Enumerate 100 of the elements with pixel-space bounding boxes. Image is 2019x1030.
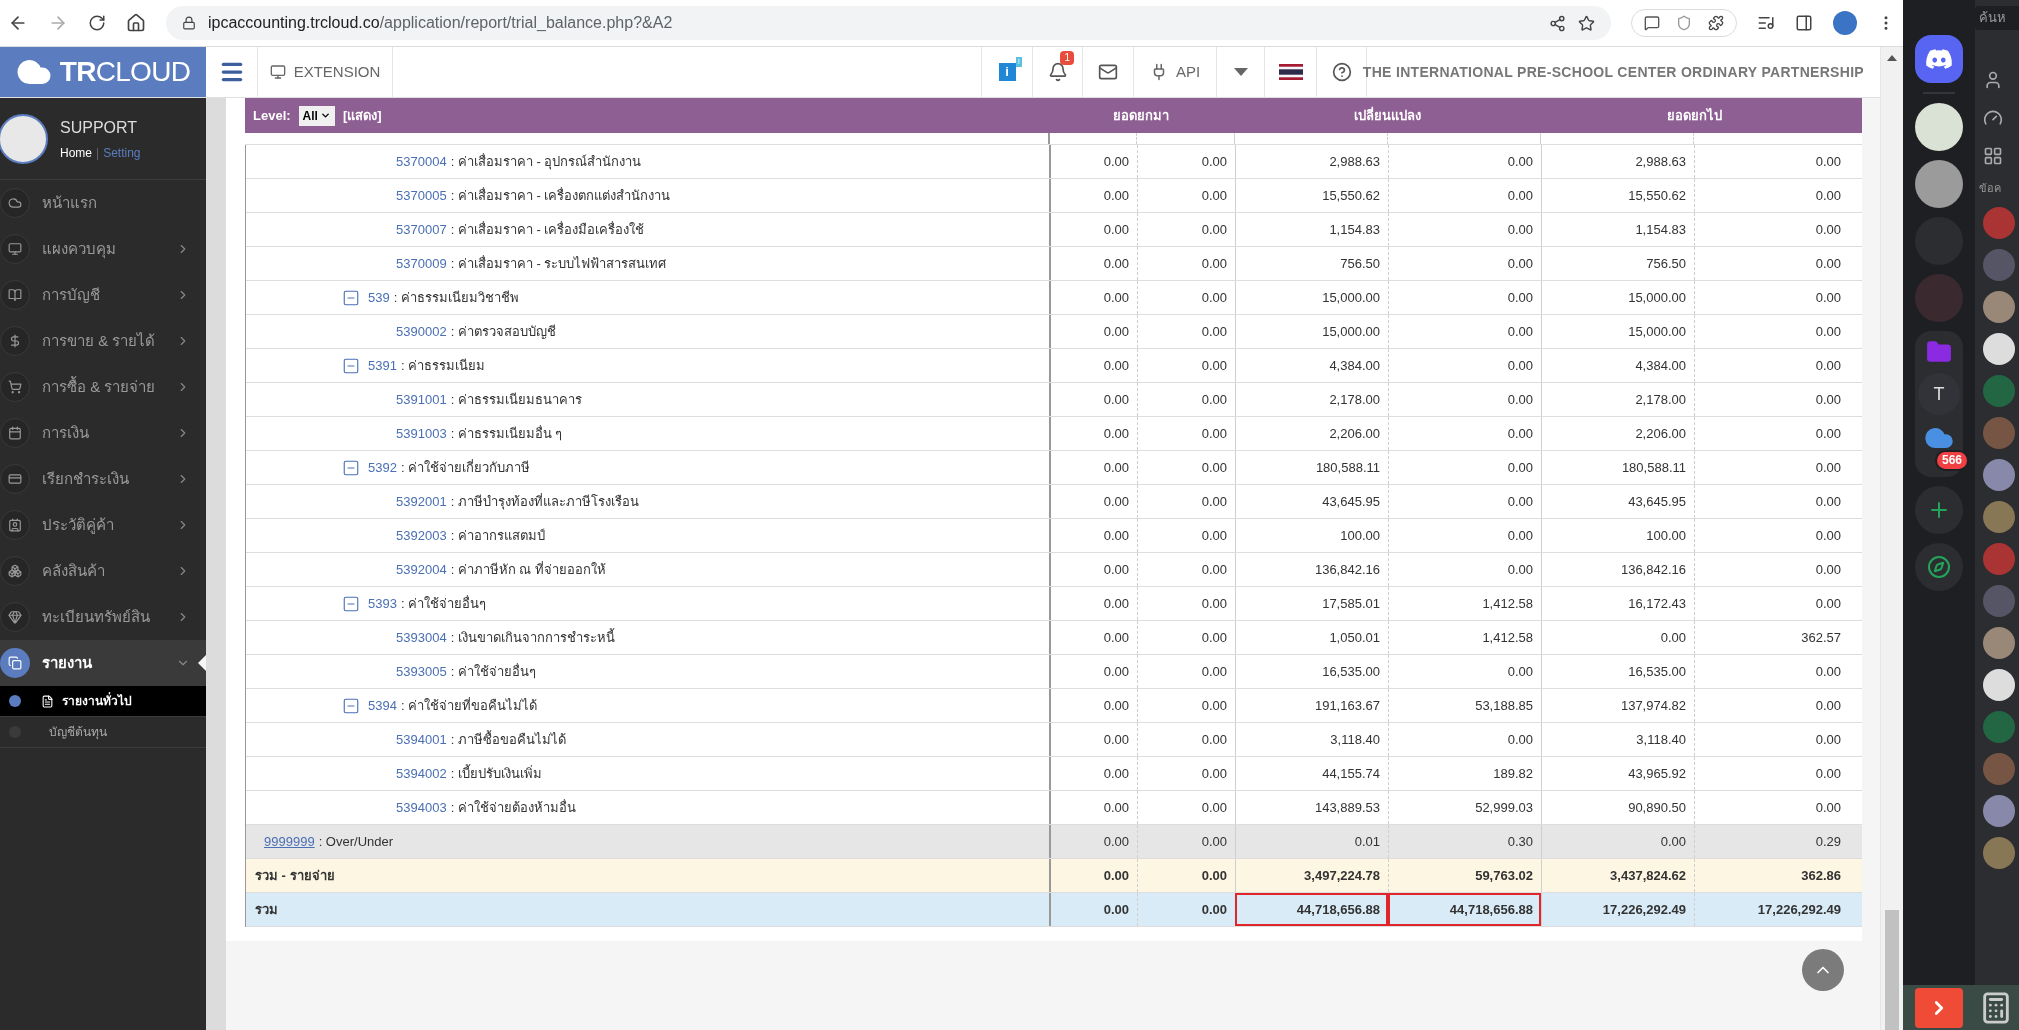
show-link[interactable]: [แสดง]	[342, 105, 382, 126]
book-icon	[8, 288, 22, 302]
server-avatar[interactable]	[1915, 103, 1963, 151]
account-code-link[interactable]: 5392001	[396, 491, 447, 512]
gauge-icon[interactable]	[1983, 108, 2003, 128]
member-avatar[interactable]	[1983, 332, 2015, 365]
add-server-button[interactable]	[1915, 486, 1963, 534]
group-code-link[interactable]: 5393	[368, 593, 397, 614]
amount-cell: 17,585.01	[1235, 587, 1388, 620]
member-avatar[interactable]	[1983, 794, 2015, 827]
shield-icon[interactable]	[1676, 15, 1692, 31]
amount-cell: 90,890.50	[1541, 791, 1694, 824]
sidebar-item[interactable]: ทะเบียนทรัพย์สิน	[0, 594, 206, 640]
discord-home-button[interactable]	[1915, 35, 1963, 83]
account-code-link[interactable]: 5394003	[396, 797, 447, 818]
sidebar-item[interactable]: แผงควบคุม	[0, 226, 206, 272]
scroll-top-button[interactable]	[1802, 949, 1844, 991]
account-code-link[interactable]: 5393004	[396, 627, 447, 648]
friends-icon[interactable]	[1983, 70, 2003, 90]
setting-link[interactable]: Setting	[103, 143, 141, 162]
api-button[interactable]: API	[1133, 47, 1216, 97]
sidebar-item[interactable]: การบัญชี	[0, 272, 206, 318]
help-icon	[1331, 62, 1352, 82]
sidebar-item[interactable]: การเงิน	[0, 410, 206, 456]
amount-cell: 0.00	[1137, 179, 1235, 212]
search-field[interactable]: ค้นห	[1975, 6, 2019, 30]
star-icon[interactable]	[1578, 14, 1595, 32]
side-panel-icon[interactable]	[1795, 14, 1813, 32]
account-code-link[interactable]: 5391003	[396, 423, 447, 444]
sidebar-item[interactable]: การซื้อ & รายจ่าย	[0, 364, 206, 410]
collapse-icon[interactable]	[342, 356, 360, 375]
home-icon[interactable]	[126, 13, 146, 33]
folder-icon[interactable]	[1926, 339, 1952, 365]
sidebar-item[interactable]: รายงาน	[0, 640, 206, 686]
chat-icon[interactable]	[1644, 15, 1660, 31]
server-letter-button[interactable]: T	[1918, 373, 1960, 415]
sidebar-item[interactable]: คลังสินค้า	[0, 548, 206, 594]
collapse-icon[interactable]	[342, 696, 360, 715]
collapse-icon[interactable]	[342, 288, 360, 307]
submenu-label: บัญชีต้นทุน	[49, 724, 107, 741]
sidebar-item[interactable]: ประวัติคู่ค้า	[0, 502, 206, 548]
shop-icon[interactable]	[1983, 146, 2003, 166]
member-avatar[interactable]	[1983, 668, 2015, 701]
account-code-link[interactable]: 5394002	[396, 763, 447, 784]
sidebar-item[interactable]: หน้าแรก	[0, 180, 206, 226]
info-button[interactable]: i !	[981, 47, 1032, 97]
lock-icon	[182, 16, 196, 30]
account-code-link[interactable]: 5393005	[396, 661, 447, 682]
account-code-link[interactable]: 5390002	[396, 321, 447, 342]
profile-avatar[interactable]	[1833, 11, 1857, 35]
amount-cell: 0.00	[1694, 587, 1849, 620]
scrollbar[interactable]	[1880, 47, 1903, 1030]
playlist-icon[interactable]	[1757, 14, 1775, 32]
sidebar-item[interactable]: การขาย & รายได้	[0, 318, 206, 364]
submenu-item[interactable]: รายงานทั่วไป	[0, 686, 206, 717]
account-code-link[interactable]: 5392004	[396, 559, 447, 580]
logo[interactable]: TRCLOUD	[0, 47, 206, 97]
extension-button[interactable]: EXTENSION	[258, 47, 393, 97]
amount-cell: 0.00	[1137, 587, 1235, 620]
amount-cell: 0.00	[1137, 519, 1235, 552]
amount-cell: 0.00	[1388, 349, 1541, 382]
group-code-link[interactable]: 5391	[368, 355, 397, 376]
server-avatar[interactable]	[1915, 160, 1963, 208]
account-code-link[interactable]: 5392003	[396, 525, 447, 546]
puzzle-icon[interactable]	[1708, 15, 1724, 31]
reload-icon[interactable]	[88, 14, 106, 32]
sidebar-item[interactable]: เรียกชำระเงิน	[0, 456, 206, 502]
account-code-link[interactable]: 9999999	[264, 831, 315, 852]
amount-cell: 15,000.00	[1541, 315, 1694, 348]
collapse-icon[interactable]	[342, 594, 360, 613]
amount-cell: 0.00	[1388, 213, 1541, 246]
amount-cell: 15,000.00	[1235, 315, 1388, 348]
app-launcher-icon[interactable]	[1915, 987, 1963, 1028]
notification-button[interactable]: 1	[1032, 47, 1082, 97]
account-name: : ค่าใช้จ่ายอื่นๆ	[450, 662, 536, 681]
member-avatar[interactable]	[1983, 626, 2015, 659]
address-bar[interactable]: ipcaccounting.trcloud.co/application/report/trial_balance.php?&A2	[166, 6, 1611, 40]
member-avatar[interactable]	[1983, 290, 2015, 323]
account-code-link[interactable]: 5394001	[396, 729, 447, 750]
share-icon[interactable]	[1549, 14, 1566, 32]
amount-cell: 0.00	[1388, 315, 1541, 348]
sidebar-label: การเงิน	[42, 422, 90, 443]
document-icon	[41, 694, 54, 708]
account-code-link[interactable]: 5370007	[396, 219, 447, 240]
account-code-link[interactable]: 5370004	[396, 151, 447, 172]
account-code-link[interactable]: 5391001	[396, 389, 447, 410]
account-code-link[interactable]: 5370005	[396, 185, 447, 206]
scroll-up-icon[interactable]	[1887, 55, 1897, 61]
group-code-link[interactable]: 5394	[368, 695, 397, 716]
group-code-link[interactable]: 5392	[368, 457, 397, 478]
scrollbar-thumb[interactable]	[1885, 910, 1899, 1030]
collapse-icon[interactable]	[342, 458, 360, 477]
amount-cell: 0.00	[1137, 145, 1235, 178]
group-code-link[interactable]: 539	[368, 287, 390, 308]
member-avatar[interactable]	[1983, 458, 2015, 491]
account-code-link[interactable]: 5370009	[396, 253, 447, 274]
explore-button[interactable]	[1915, 543, 1963, 591]
amount-cell: 15,000.00	[1541, 281, 1694, 314]
home-link[interactable]: Home	[60, 143, 92, 162]
level-select[interactable]: All	[298, 105, 335, 126]
